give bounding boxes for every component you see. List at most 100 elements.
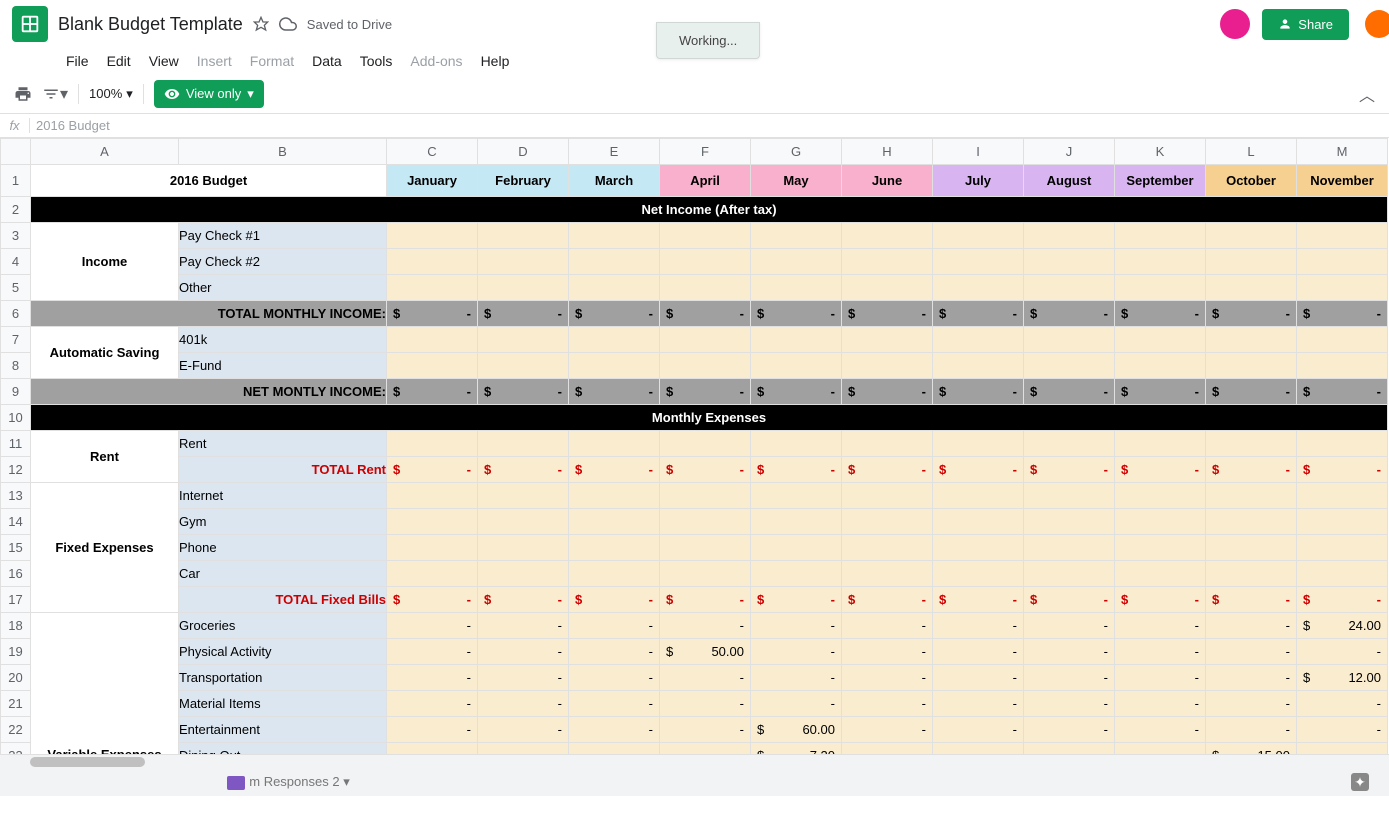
cell[interactable]	[1297, 483, 1388, 509]
row-header[interactable]: 13	[1, 483, 31, 509]
cell[interactable]	[751, 275, 842, 301]
menu-help[interactable]: Help	[473, 51, 518, 71]
cell[interactable]	[387, 223, 478, 249]
cell[interactable]	[569, 561, 660, 587]
total-cell[interactable]: $-	[1206, 301, 1297, 327]
collaborator-avatar[interactable]	[1220, 9, 1250, 39]
total-cell[interactable]: $-	[569, 457, 660, 483]
cell[interactable]	[842, 483, 933, 509]
cell[interactable]: -	[478, 691, 569, 717]
rent-label[interactable]: Rent	[31, 431, 179, 483]
select-all-cell[interactable]	[1, 139, 31, 165]
item-paycheck1[interactable]: Pay Check #1	[179, 223, 387, 249]
cell[interactable]: -	[751, 665, 842, 691]
cell[interactable]: -	[1024, 717, 1115, 743]
cell[interactable]	[1024, 509, 1115, 535]
cell[interactable]: -	[842, 717, 933, 743]
total-cell[interactable]: $-	[387, 457, 478, 483]
cell[interactable]	[478, 483, 569, 509]
cell[interactable]	[660, 223, 751, 249]
cell[interactable]: -	[1024, 613, 1115, 639]
total-cell[interactable]: $-	[1024, 379, 1115, 405]
total-cell[interactable]: $-	[933, 457, 1024, 483]
cell[interactable]	[387, 327, 478, 353]
cell[interactable]: -	[1206, 717, 1297, 743]
month-aug[interactable]: August	[1024, 165, 1115, 197]
cell[interactable]: -	[660, 665, 751, 691]
row-header[interactable]: 4	[1, 249, 31, 275]
cell[interactable]	[1206, 509, 1297, 535]
month-jun[interactable]: June	[842, 165, 933, 197]
cell[interactable]: -	[387, 743, 478, 755]
total-cell[interactable]: $-	[660, 457, 751, 483]
total-cell[interactable]: $-	[1024, 587, 1115, 613]
cell[interactable]: -	[751, 639, 842, 665]
cell[interactable]: -	[1115, 743, 1206, 755]
cell[interactable]: $12.00	[1297, 665, 1388, 691]
cell[interactable]: -	[1024, 639, 1115, 665]
cell[interactable]	[1115, 327, 1206, 353]
cell[interactable]: -	[660, 743, 751, 755]
cell[interactable]: -	[1297, 691, 1388, 717]
cell[interactable]	[387, 509, 478, 535]
month-oct[interactable]: October	[1206, 165, 1297, 197]
cell[interactable]	[933, 561, 1024, 587]
cell[interactable]	[387, 431, 478, 457]
cell[interactable]: -	[387, 691, 478, 717]
cell[interactable]: -	[933, 743, 1024, 755]
month-nov[interactable]: November	[1297, 165, 1388, 197]
total-cell[interactable]: $-	[478, 457, 569, 483]
item-efund[interactable]: E-Fund	[179, 353, 387, 379]
cell[interactable]: -	[1206, 691, 1297, 717]
cell[interactable]	[569, 249, 660, 275]
cell[interactable]	[751, 327, 842, 353]
cell[interactable]: -	[842, 665, 933, 691]
cell[interactable]	[660, 431, 751, 457]
view-only-button[interactable]: View only▾	[154, 80, 264, 108]
total-cell[interactable]: $-	[842, 457, 933, 483]
cell[interactable]: -	[569, 639, 660, 665]
total-cell[interactable]: $-	[387, 301, 478, 327]
row-header[interactable]: 17	[1, 587, 31, 613]
cell[interactable]	[842, 535, 933, 561]
total-cell[interactable]: $-	[660, 379, 751, 405]
cell[interactable]	[933, 509, 1024, 535]
cell[interactable]: -	[1115, 691, 1206, 717]
cell[interactable]	[1206, 561, 1297, 587]
month-apr[interactable]: April	[660, 165, 751, 197]
cell[interactable]	[1024, 561, 1115, 587]
cell[interactable]: -	[478, 717, 569, 743]
row-header[interactable]: 6	[1, 301, 31, 327]
cell[interactable]: -	[1024, 665, 1115, 691]
cell[interactable]	[1206, 483, 1297, 509]
total-cell[interactable]: $-	[751, 587, 842, 613]
cell[interactable]: -	[660, 717, 751, 743]
cell[interactable]	[842, 353, 933, 379]
auto-saving-label[interactable]: Automatic Saving	[31, 327, 179, 379]
total-cell[interactable]: $-	[1115, 587, 1206, 613]
cell[interactable]	[478, 275, 569, 301]
cell[interactable]: -	[1297, 639, 1388, 665]
cell[interactable]	[569, 509, 660, 535]
total-cell[interactable]: $-	[660, 301, 751, 327]
cell[interactable]	[1206, 223, 1297, 249]
cell[interactable]	[842, 509, 933, 535]
cell[interactable]: -	[387, 613, 478, 639]
cell[interactable]	[842, 431, 933, 457]
cell[interactable]	[751, 535, 842, 561]
total-cell[interactable]: $-	[933, 379, 1024, 405]
cell[interactable]	[1115, 249, 1206, 275]
total-cell[interactable]: $-	[660, 587, 751, 613]
cell[interactable]	[751, 483, 842, 509]
row-header[interactable]: 7	[1, 327, 31, 353]
cell[interactable]: -	[933, 665, 1024, 691]
spreadsheet-grid[interactable]: ABCDEFGHIJKLM 1 2016 Budget January Febr…	[0, 138, 1389, 754]
star-icon[interactable]	[253, 16, 269, 32]
column-header[interactable]: K	[1115, 139, 1206, 165]
item-rent[interactable]: Rent	[179, 431, 387, 457]
row-header[interactable]: 15	[1, 535, 31, 561]
total-monthly-income-label[interactable]: TOTAL MONTHLY INCOME:	[31, 301, 387, 327]
total-cell[interactable]: $-	[569, 301, 660, 327]
cell[interactable]	[387, 535, 478, 561]
total-cell[interactable]: $-	[1115, 457, 1206, 483]
